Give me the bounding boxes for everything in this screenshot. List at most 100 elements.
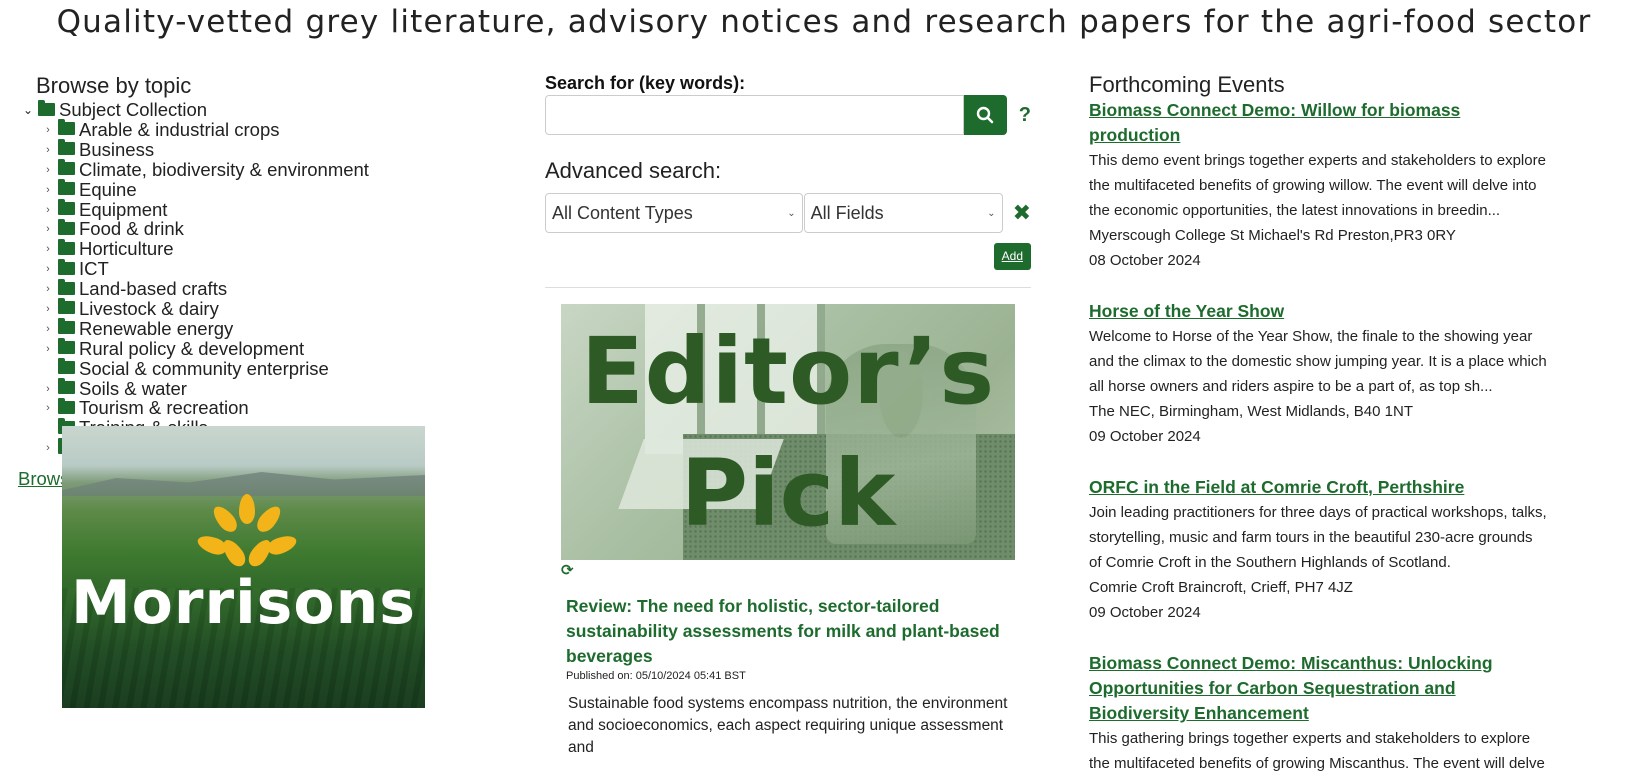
editors-pick-image[interactable]: Editor’s Pick bbox=[561, 304, 1015, 560]
search-button[interactable] bbox=[964, 95, 1007, 135]
chevron-down-icon: ⌄ bbox=[787, 207, 796, 219]
chevron-right-icon[interactable]: › bbox=[38, 204, 58, 216]
topic-label: Horticulture bbox=[79, 238, 174, 260]
event-date: 09 October 2024 bbox=[1089, 604, 1201, 621]
topic-label: Climate, biodiversity & environment bbox=[79, 158, 369, 180]
event-item: Biomass Connect Demo: Willow for biomass… bbox=[1089, 98, 1549, 273]
chevron-down-icon[interactable]: ⌄ bbox=[18, 103, 38, 117]
content-type-select[interactable]: All Content Types ⌄ bbox=[545, 193, 803, 233]
folder-icon bbox=[58, 199, 75, 215]
fields-value: All Fields bbox=[810, 202, 884, 223]
chevron-right-icon[interactable]: › bbox=[38, 184, 58, 196]
chevron-right-icon[interactable]: › bbox=[38, 164, 58, 176]
event-description: Join leading practitioners for three day… bbox=[1089, 504, 1547, 571]
divider bbox=[545, 287, 1031, 288]
chevron-right-icon[interactable]: › bbox=[38, 303, 58, 315]
topic-label: Renewable energy bbox=[79, 317, 234, 339]
topic-tree: › Arable & industrial crops › Business › Clim… bbox=[38, 118, 498, 458]
chevron-right-icon[interactable]: › bbox=[38, 263, 58, 275]
tree-root-subject-collection[interactable]: ⌄ Subject Collection bbox=[18, 99, 498, 120]
events-panel: Forthcoming Events Biomass Connect Demo:… bbox=[1089, 72, 1549, 776]
fields-select[interactable]: All Fields ⌄ bbox=[803, 193, 1003, 233]
folder-icon bbox=[58, 139, 75, 156]
topic-item[interactable]: › Business bbox=[38, 138, 498, 160]
topic-label: ICT bbox=[79, 258, 109, 280]
ad-hills bbox=[62, 472, 425, 496]
topic-label: Livestock & dairy bbox=[79, 297, 219, 319]
topic-item[interactable]: Social & community enterprise bbox=[38, 357, 498, 379]
folder-icon bbox=[58, 238, 75, 255]
topic-label: Rural policy & development bbox=[79, 337, 305, 359]
topic-item[interactable]: › Land-based crafts bbox=[38, 278, 498, 299]
chevron-right-icon[interactable]: › bbox=[38, 223, 58, 235]
event-title-link[interactable]: Biomass Connect Demo: Miscanthus: Unlock… bbox=[1089, 651, 1549, 726]
chevron-right-icon[interactable]: › bbox=[38, 323, 58, 335]
topic-item[interactable]: › Arable & industrial crops bbox=[38, 118, 498, 140]
folder-icon bbox=[58, 119, 75, 136]
editors-pick-article-title[interactable]: Review: The need for holistic, sector-ta… bbox=[566, 594, 1006, 669]
topic-item[interactable]: › Soils & water bbox=[38, 377, 498, 399]
topic-item[interactable]: › Rural policy & development bbox=[38, 337, 498, 359]
add-filter-button[interactable]: Add bbox=[993, 243, 1031, 270]
topic-item[interactable]: › Tourism & recreation bbox=[38, 397, 498, 419]
topic-item[interactable]: › Equine bbox=[38, 178, 498, 200]
folder-icon bbox=[58, 397, 75, 414]
editors-pick-line2: Pick bbox=[680, 440, 896, 547]
chevron-right-icon[interactable]: › bbox=[38, 383, 58, 395]
morrisons-wordmark: Morrisons bbox=[70, 568, 417, 638]
search-input[interactable] bbox=[545, 95, 964, 135]
topic-label: Food & drink bbox=[79, 218, 184, 240]
topic-item[interactable]: › Climate, biodiversity & environment bbox=[38, 158, 498, 180]
events-list: Biomass Connect Demo: Willow for biomass… bbox=[1089, 98, 1549, 776]
events-heading: Forthcoming Events bbox=[1089, 72, 1285, 97]
event-description: Welcome to Horse of the Year Show, the f… bbox=[1089, 328, 1547, 395]
event-location: Comrie Croft Braincroft, Crieff, PH7 4JZ bbox=[1089, 579, 1353, 596]
chevron-right-icon[interactable]: › bbox=[38, 343, 58, 355]
search-row: ? bbox=[545, 95, 1031, 135]
topic-item[interactable]: › Food & drink bbox=[38, 218, 498, 240]
folder-icon bbox=[58, 378, 75, 395]
chevron-right-icon[interactable]: › bbox=[38, 124, 58, 136]
event-location: The NEC, Birmingham, West Midlands, B40 … bbox=[1089, 403, 1414, 420]
topic-label: Arable & industrial crops bbox=[79, 118, 280, 140]
content-type-value: All Content Types bbox=[552, 202, 693, 223]
event-title-link[interactable]: Biomass Connect Demo: Willow for biomass… bbox=[1089, 98, 1549, 148]
folder-icon bbox=[58, 179, 75, 196]
advanced-search-row: All Content Types ⌄ All Fields ⌄ ✖ bbox=[545, 193, 1031, 233]
refresh-icon[interactable]: ⟳ bbox=[561, 563, 575, 578]
topic-item[interactable]: › Horticulture bbox=[38, 238, 498, 260]
topic-item[interactable]: › ICT bbox=[38, 258, 498, 280]
topic-item[interactable]: › Equipment bbox=[38, 198, 498, 220]
topic-label: Equine bbox=[79, 178, 137, 200]
morrisons-ad-banner[interactable]: Morrisons bbox=[62, 426, 425, 708]
editors-pick-article-body: Sustainable food systems encompass nutri… bbox=[568, 695, 1008, 756]
topic-label: Social & community enterprise bbox=[79, 357, 329, 379]
chevron-right-icon[interactable]: › bbox=[38, 442, 58, 454]
topic-label: Business bbox=[79, 138, 155, 160]
folder-icon bbox=[58, 218, 75, 235]
event-date: 08 October 2024 bbox=[1089, 252, 1201, 269]
published-date: Published on: 05/10/2024 05:41 BST bbox=[566, 670, 746, 682]
folder-icon bbox=[38, 99, 55, 116]
search-icon bbox=[977, 106, 994, 124]
add-row: Add bbox=[545, 243, 1031, 270]
topic-label: Tourism & recreation bbox=[79, 397, 249, 419]
chevron-down-icon: ⌄ bbox=[987, 207, 996, 219]
event-item: Biomass Connect Demo: Miscanthus: Unlock… bbox=[1089, 651, 1549, 776]
search-label: Search for (key words): bbox=[545, 73, 746, 93]
chevron-right-icon[interactable]: › bbox=[38, 283, 58, 295]
topic-item[interactable]: › Renewable energy bbox=[38, 317, 498, 339]
close-icon[interactable]: ✖ bbox=[1013, 200, 1031, 226]
chevron-right-icon[interactable]: › bbox=[38, 144, 58, 156]
folder-icon bbox=[58, 358, 75, 375]
chevron-right-icon[interactable]: › bbox=[38, 243, 58, 255]
event-title-link[interactable]: Horse of the Year Show bbox=[1089, 299, 1549, 324]
site-tagline: Quality-vetted grey literature, advisory… bbox=[56, 4, 1592, 40]
event-title-link[interactable]: ORFC in the Field at Comrie Croft, Perth… bbox=[1089, 475, 1549, 500]
search-help-icon[interactable]: ? bbox=[1019, 104, 1031, 127]
chevron-right-icon[interactable]: › bbox=[38, 402, 58, 414]
topic-label: Equipment bbox=[79, 198, 168, 220]
topic-item[interactable]: › Livestock & dairy bbox=[38, 297, 498, 319]
topic-label: Soils & water bbox=[79, 377, 187, 399]
folder-icon bbox=[58, 318, 75, 335]
